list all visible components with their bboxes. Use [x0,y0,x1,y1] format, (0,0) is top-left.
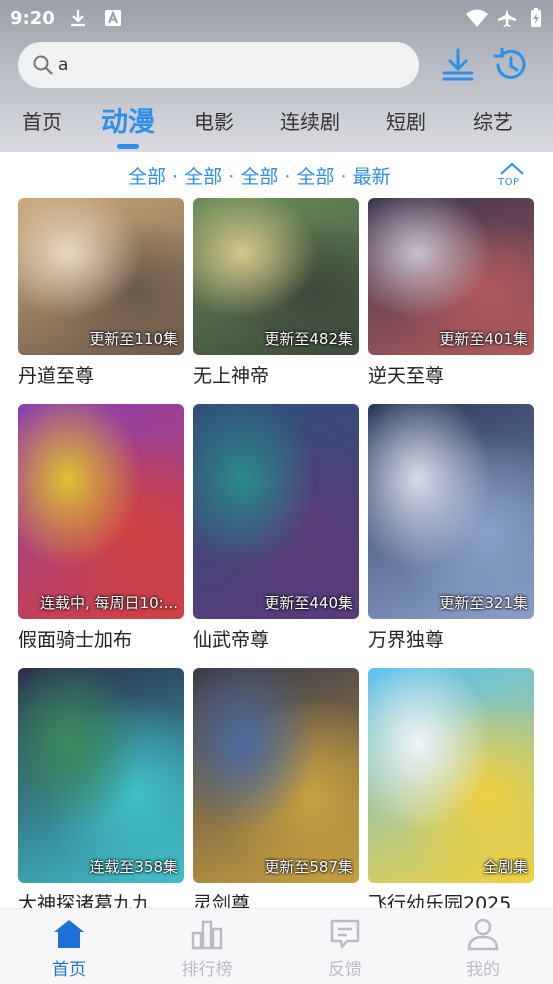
video-poster: 更新至321集 [368,404,534,619]
user-icon [467,918,499,951]
home-icon [54,920,84,948]
tab-short-drama[interactable]: 短剧 [386,106,426,135]
nav-label: 我的 [466,960,500,980]
poster-art [368,668,534,883]
video-poster: 连载至358集 [18,668,184,883]
nav-profile[interactable]: 我的 [433,917,533,980]
top-label: TOP [498,177,520,188]
video-card[interactable]: 连载至358集 大神探诸葛九九 [18,668,184,908]
video-poster: 更新至110集 [18,198,184,355]
episode-badge: 更新至482集 [264,330,353,348]
video-title: 丹道至尊 [18,365,95,387]
download-status-icon [71,10,85,27]
filter-option[interactable]: 全部 [296,166,334,188]
search-input[interactable]: a [18,42,419,88]
video-grid: 更新至110集 丹道至尊 更新至482集 无上神帝 更新至401集 逆天至尊 连… [0,198,553,908]
chevron-up-icon [500,162,524,175]
episode-badge: 全剧集 [482,858,528,876]
episode-badge: 更新至110集 [89,330,178,348]
episode-badge: 更新至321集 [439,594,528,612]
ranking-icon [191,920,223,950]
video-card[interactable]: 更新至587集 灵剑尊 [193,668,359,908]
episode-badge: 连载中, 每周日10:... [40,594,178,612]
tab-movie[interactable]: 电影 [194,106,234,135]
airplane-mode-icon [498,9,516,27]
video-card[interactable]: 更新至440集 仙武帝尊 [193,404,359,652]
video-title: 灵剑尊 [193,893,251,908]
poster-art [193,668,359,883]
filter-separator: · [284,166,291,188]
poster-art [18,668,184,883]
nav-label: 反馈 [328,960,362,980]
video-poster: 更新至401集 [368,198,534,355]
episode-badge: 更新至401集 [439,330,528,348]
video-title: 逆天至尊 [368,365,445,387]
video-poster: 更新至587集 [193,668,359,883]
download-icon[interactable] [440,46,476,84]
filter-option[interactable]: 全部 [128,166,166,188]
video-card[interactable]: 更新至321集 万界独尊 [368,404,534,652]
active-tab-indicator [117,144,139,149]
video-title: 大神探诸葛九九 [18,893,152,908]
tab-anime[interactable]: 动漫 [101,100,155,139]
video-title: 飞行幼乐园2025 [368,893,512,908]
bottom-nav: 首页 排行榜 反馈 我的 [0,908,553,984]
history-icon[interactable] [492,46,528,84]
video-card[interactable]: 连载中, 每周日10:... 假面骑士加布 [18,404,184,652]
video-card[interactable]: 全剧集 飞行幼乐园2025 [368,668,534,908]
nav-label: 排行榜 [181,960,233,980]
tab-series[interactable]: 连续剧 [280,106,340,135]
search-icon [33,55,53,75]
video-poster: 更新至482集 [193,198,359,355]
tab-variety[interactable]: 综艺 [473,106,513,135]
nav-feedback[interactable]: 反馈 [295,917,395,980]
status-time: 9:20 [10,8,55,29]
notification-a-icon [105,10,121,26]
filter-separator: · [228,166,235,188]
battery-icon [531,8,541,27]
video-title: 仙武帝尊 [193,629,270,651]
nav-ranking[interactable]: 排行榜 [157,917,257,980]
filter-option[interactable]: 全部 [240,166,278,188]
video-card[interactable]: 更新至482集 无上神帝 [193,198,359,388]
scroll-top-button[interactable]: TOP [496,160,528,192]
video-poster: 更新至440集 [193,404,359,619]
poster-art [368,404,534,619]
video-poster: 连载中, 每周日10:... [18,404,184,619]
status-bar: 9:20 [0,0,553,38]
nav-home[interactable]: 首页 [19,917,119,980]
search-query: a [58,55,69,75]
wifi-icon [466,9,488,27]
filter-separator: · [172,166,179,188]
filter-bar: 全部 · 全部 · 全部 · 全部 · 最新 [0,152,553,198]
poster-art [193,404,359,619]
category-tabs: 首页 动漫 电影 连续剧 短剧 综艺 [0,100,553,148]
filter-option[interactable]: 全部 [184,166,222,188]
episode-badge: 更新至587集 [264,858,353,876]
feedback-icon [330,919,360,949]
episode-badge: 更新至440集 [264,594,353,612]
tab-home[interactable]: 首页 [22,106,62,135]
video-title: 万界独尊 [368,629,445,651]
video-poster: 全剧集 [368,668,534,883]
video-title: 假面骑士加布 [18,629,133,651]
nav-label: 首页 [52,960,86,980]
header: 9:20 a 首页 动漫 电影 连续剧 短剧 综艺 [0,0,553,152]
video-card[interactable]: 更新至401集 逆天至尊 [368,198,534,388]
video-card[interactable]: 更新至110集 丹道至尊 [18,198,184,388]
video-title: 无上神帝 [193,365,270,387]
filter-option[interactable]: 最新 [353,166,391,188]
poster-art [18,404,184,619]
filter-separator: · [340,166,347,188]
episode-badge: 连载至358集 [89,858,178,876]
